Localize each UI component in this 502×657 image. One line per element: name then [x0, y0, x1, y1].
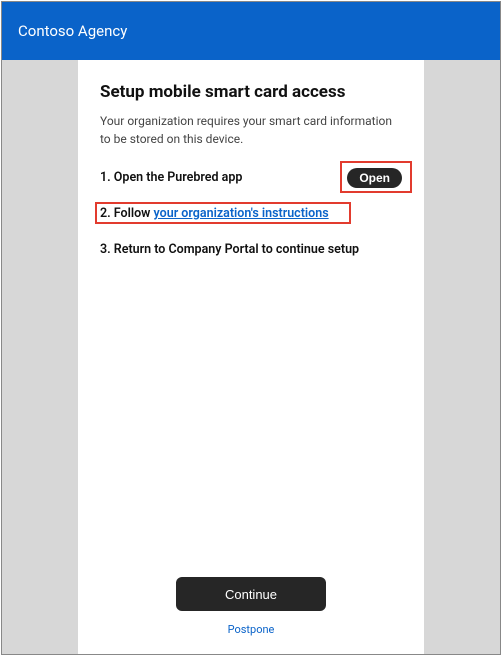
- step-3-text: 3. Return to Company Portal to continue …: [100, 240, 359, 260]
- header-bar: Contoso Agency: [2, 2, 500, 60]
- content-outer: Setup mobile smart card access Your orga…: [2, 60, 500, 654]
- step-2-row: 2. Follow your organization's instructio…: [100, 202, 402, 226]
- org-name: Contoso Agency: [18, 22, 127, 40]
- app-frame: Contoso Agency Setup mobile smart card a…: [1, 1, 501, 655]
- instructions-link[interactable]: your organization's instructions: [154, 206, 329, 221]
- step-1-text: 1. Open the Purebred app: [100, 168, 242, 188]
- step-2-prefix: 2. Follow: [100, 206, 154, 221]
- step-1-row: 1. Open the Purebred app Open: [100, 166, 402, 190]
- steps-list: 1. Open the Purebred app Open 2. Follow …: [100, 166, 402, 262]
- page-title: Setup mobile smart card access: [100, 82, 402, 102]
- continue-button[interactable]: Continue: [176, 577, 326, 611]
- postpone-link[interactable]: Postpone: [228, 623, 275, 636]
- open-button[interactable]: Open: [347, 168, 402, 188]
- step-3-row: 3. Return to Company Portal to continue …: [100, 238, 402, 262]
- page-subtitle: Your organization requires your smart ca…: [100, 112, 402, 148]
- content-panel: Setup mobile smart card access Your orga…: [78, 60, 424, 654]
- step-2-text: 2. Follow your organization's instructio…: [100, 204, 329, 224]
- footer-actions: Continue Postpone: [100, 577, 402, 636]
